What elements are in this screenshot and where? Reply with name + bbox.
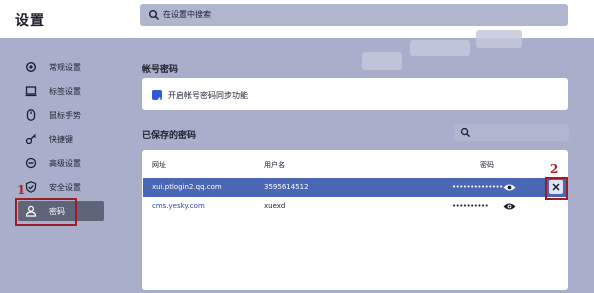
password-cell: ••••••••••••••	[452, 183, 503, 191]
settings-search-input[interactable]: 在设置中搜索	[140, 4, 568, 26]
eye-icon[interactable]	[503, 183, 516, 192]
table-row[interactable]: xui.ptlogin2.qq.com 3595614512 •••••••••…	[143, 178, 568, 197]
gear-icon	[25, 61, 37, 73]
sidebar-item-label: 高级设置	[49, 159, 81, 168]
tab-icon	[25, 86, 37, 97]
table-row[interactable]: cms.yesky.com xuexd ••••••••••	[143, 197, 568, 216]
sidebar-item-advanced[interactable]: 高级设置	[18, 153, 104, 173]
sidebar-item-label: 标签设置	[49, 87, 81, 96]
page-title: 设置	[15, 13, 45, 29]
sidebar-item-gestures[interactable]: 鼠标手势	[18, 105, 104, 125]
search-icon	[460, 127, 471, 138]
sidebar-item-label: 常规设置	[49, 63, 81, 72]
username-cell: xuexd	[264, 202, 286, 210]
annotation-box-2	[545, 177, 568, 200]
annotation-number-2: 2	[550, 162, 559, 176]
shield-icon	[25, 181, 37, 193]
username-cell: 3595614512	[264, 183, 309, 191]
sidebar-item-general[interactable]: 常规设置	[18, 57, 104, 77]
minus-circle-icon	[25, 157, 37, 169]
password-cell: ••••••••••	[452, 202, 489, 210]
redacted-area	[410, 40, 470, 56]
sidebar-item-label: 鼠标手势	[49, 111, 81, 120]
sidebar-item-tabs[interactable]: 标签设置	[18, 81, 104, 101]
search-icon	[149, 10, 160, 21]
sidebar-item-shortcuts[interactable]: 快捷键	[18, 129, 104, 149]
eye-icon[interactable]	[503, 202, 516, 211]
sidebar-item-security[interactable]: 安全设置	[18, 177, 104, 197]
redacted-area	[476, 30, 522, 48]
column-header-site: 网址	[152, 161, 166, 169]
mouse-icon	[26, 109, 36, 121]
check-icon	[153, 97, 161, 104]
annotation-number-1: 1	[17, 183, 26, 197]
sync-checkbox-label: 开启帐号密码同步功能	[168, 91, 248, 100]
annotation-box-1	[15, 198, 77, 226]
column-header-username: 用户名	[264, 161, 285, 169]
column-header-password: 密码	[480, 161, 494, 169]
sidebar-item-label: 安全设置	[49, 183, 81, 192]
sync-checkbox[interactable]	[152, 90, 162, 104]
site-cell[interactable]: cms.yesky.com	[152, 202, 205, 210]
sidebar-item-label: 快捷键	[49, 135, 73, 144]
password-search-input[interactable]	[454, 124, 569, 141]
redacted-area	[362, 52, 402, 70]
saved-passwords-title: 已保存的密码	[142, 131, 197, 141]
passwords-table	[142, 150, 568, 290]
site-cell[interactable]: xui.ptlogin2.qq.com	[152, 183, 222, 191]
account-section-title: 帐号密码	[142, 65, 179, 75]
search-placeholder: 在设置中搜索	[163, 10, 211, 19]
key-icon	[25, 134, 36, 145]
